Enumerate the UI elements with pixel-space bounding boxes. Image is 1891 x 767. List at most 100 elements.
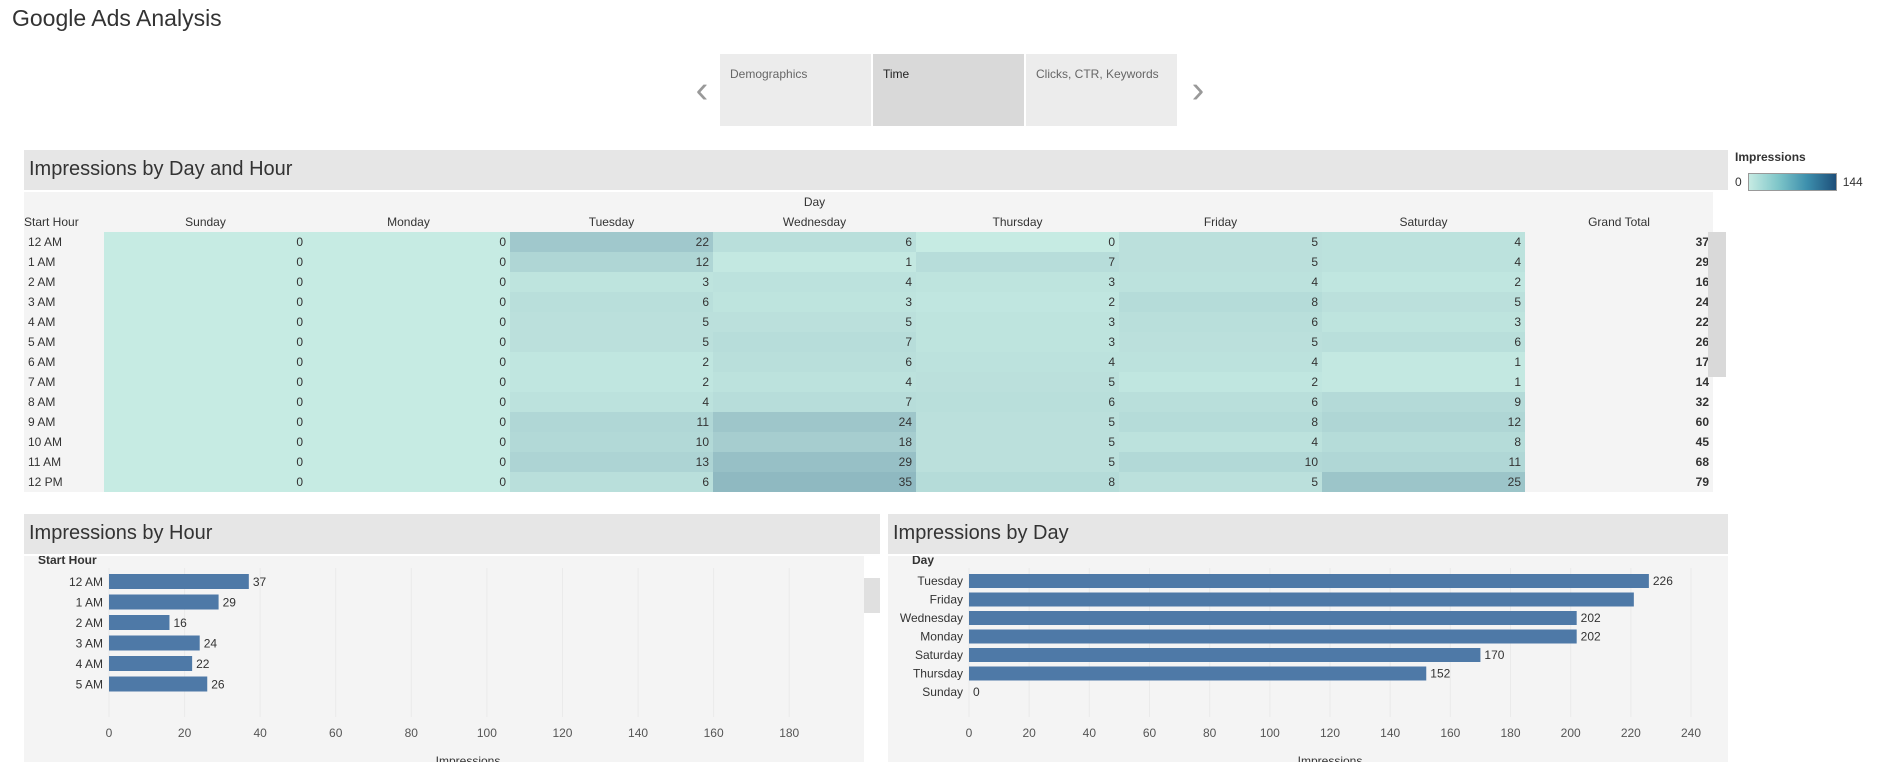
heat-cell[interactable]: 0	[307, 332, 510, 352]
heat-cell[interactable]: 2	[916, 292, 1119, 312]
heat-cell[interactable]: 11	[510, 412, 713, 432]
story-tab-time[interactable]: Time	[873, 54, 1024, 126]
heat-cell[interactable]: 4	[1322, 252, 1526, 272]
heat-cell[interactable]: 6	[1119, 312, 1322, 332]
column-header-friday[interactable]: Friday	[1119, 212, 1322, 232]
hour-chart-scrollbar[interactable]	[864, 578, 880, 613]
heat-cell[interactable]: 13	[510, 452, 713, 472]
heat-cell[interactable]: 6	[713, 232, 916, 252]
heat-cell[interactable]: 0	[916, 232, 1119, 252]
heat-cell[interactable]: 24	[713, 412, 916, 432]
column-header-saturday[interactable]: Saturday	[1322, 212, 1526, 232]
heat-cell[interactable]: 7	[713, 392, 916, 412]
heat-cell[interactable]: 5	[916, 412, 1119, 432]
heat-cell[interactable]: 4	[1119, 272, 1322, 292]
heat-cell[interactable]: 5	[713, 312, 916, 332]
heat-cell[interactable]: 2	[1322, 272, 1526, 292]
heatmap-scrollbar[interactable]	[1708, 232, 1726, 377]
heat-cell[interactable]: 0	[104, 232, 307, 252]
heat-cell[interactable]: 3	[916, 272, 1119, 292]
heat-cell[interactable]: 1	[1322, 372, 1526, 392]
heat-cell[interactable]: 0	[104, 452, 307, 472]
heat-cell[interactable]: 8	[1322, 432, 1526, 452]
heat-cell[interactable]: 1	[1322, 352, 1526, 372]
heat-cell[interactable]: 5	[916, 432, 1119, 452]
heat-cell[interactable]: 4	[713, 372, 916, 392]
column-header-tuesday[interactable]: Tuesday	[510, 212, 713, 232]
heat-cell[interactable]: 0	[307, 432, 510, 452]
heat-cell[interactable]: 29	[713, 452, 916, 472]
heat-cell[interactable]: 6	[1119, 392, 1322, 412]
heat-cell[interactable]: 6	[510, 292, 713, 312]
heat-cell[interactable]: 4	[1119, 352, 1322, 372]
heat-cell[interactable]: 11	[1322, 452, 1526, 472]
heat-cell[interactable]: 3	[510, 272, 713, 292]
chevron-left-icon[interactable]: ‹	[690, 71, 714, 109]
heat-cell[interactable]: 0	[104, 332, 307, 352]
heat-cell[interactable]: 12	[1322, 412, 1526, 432]
heat-cell[interactable]: 0	[104, 472, 307, 492]
heat-cell[interactable]: 0	[104, 392, 307, 412]
heat-cell[interactable]: 5	[916, 372, 1119, 392]
heat-cell[interactable]: 6	[510, 472, 713, 492]
heat-cell[interactable]: 3	[713, 292, 916, 312]
heat-cell[interactable]: 5	[1119, 472, 1322, 492]
heat-cell[interactable]: 2	[510, 372, 713, 392]
heat-cell[interactable]: 0	[104, 372, 307, 392]
heat-cell[interactable]: 7	[916, 252, 1119, 272]
story-tab-demographics[interactable]: Demographics	[720, 54, 871, 126]
heat-cell[interactable]: 6	[713, 352, 916, 372]
heat-cell[interactable]: 0	[307, 292, 510, 312]
heat-cell[interactable]: 0	[307, 412, 510, 432]
heat-cell[interactable]: 10	[1119, 452, 1322, 472]
heat-cell[interactable]: 5	[510, 312, 713, 332]
heat-cell[interactable]: 6	[916, 392, 1119, 412]
heat-cell[interactable]: 0	[307, 312, 510, 332]
heat-cell[interactable]: 5	[1322, 292, 1526, 312]
heat-cell[interactable]: 0	[307, 272, 510, 292]
heat-cell[interactable]: 8	[1119, 292, 1322, 312]
heat-cell[interactable]: 2	[510, 352, 713, 372]
heat-cell[interactable]: 9	[1322, 392, 1526, 412]
heat-cell[interactable]: 5	[510, 332, 713, 352]
heat-cell[interactable]: 0	[307, 372, 510, 392]
heat-cell[interactable]: 8	[916, 472, 1119, 492]
heat-cell[interactable]: 18	[713, 432, 916, 452]
heat-cell[interactable]: 5	[916, 452, 1119, 472]
heat-cell[interactable]: 5	[1119, 232, 1322, 252]
heat-cell[interactable]: 12	[510, 252, 713, 272]
heat-cell[interactable]: 0	[307, 472, 510, 492]
heat-cell[interactable]: 0	[104, 412, 307, 432]
heat-cell[interactable]: 3	[916, 312, 1119, 332]
heat-cell[interactable]: 3	[1322, 312, 1526, 332]
heat-cell[interactable]: 4	[510, 392, 713, 412]
story-tab-clicks-ctr-keywords[interactable]: Clicks, CTR, Keywords	[1026, 54, 1177, 126]
heat-cell[interactable]: 0	[104, 292, 307, 312]
heat-cell[interactable]: 8	[1119, 412, 1322, 432]
heat-cell[interactable]: 5	[1119, 332, 1322, 352]
chevron-right-icon[interactable]: ›	[1186, 71, 1210, 109]
heat-cell[interactable]: 4	[916, 352, 1119, 372]
heat-cell[interactable]: 0	[104, 432, 307, 452]
column-header-monday[interactable]: Monday	[307, 212, 510, 232]
heat-cell[interactable]: 25	[1322, 472, 1526, 492]
heat-cell[interactable]: 0	[104, 272, 307, 292]
heat-cell[interactable]: 4	[1322, 232, 1526, 252]
heat-cell[interactable]: 0	[307, 352, 510, 372]
heat-cell[interactable]: 22	[510, 232, 713, 252]
heat-cell[interactable]: 0	[307, 392, 510, 412]
heat-cell[interactable]: 5	[1119, 252, 1322, 272]
heat-cell[interactable]: 3	[916, 332, 1119, 352]
heat-cell[interactable]: 1	[713, 252, 916, 272]
heat-cell[interactable]: 7	[713, 332, 916, 352]
heat-cell[interactable]: 35	[713, 472, 916, 492]
heat-cell[interactable]: 10	[510, 432, 713, 452]
heat-cell[interactable]: 6	[1322, 332, 1526, 352]
heat-cell[interactable]: 0	[307, 452, 510, 472]
heat-cell[interactable]: 4	[1119, 432, 1322, 452]
heat-cell[interactable]: 0	[104, 352, 307, 372]
heat-cell[interactable]: 0	[307, 252, 510, 272]
heat-cell[interactable]: 0	[307, 232, 510, 252]
column-header-sunday[interactable]: Sunday	[104, 212, 307, 232]
column-header-thursday[interactable]: Thursday	[916, 212, 1119, 232]
